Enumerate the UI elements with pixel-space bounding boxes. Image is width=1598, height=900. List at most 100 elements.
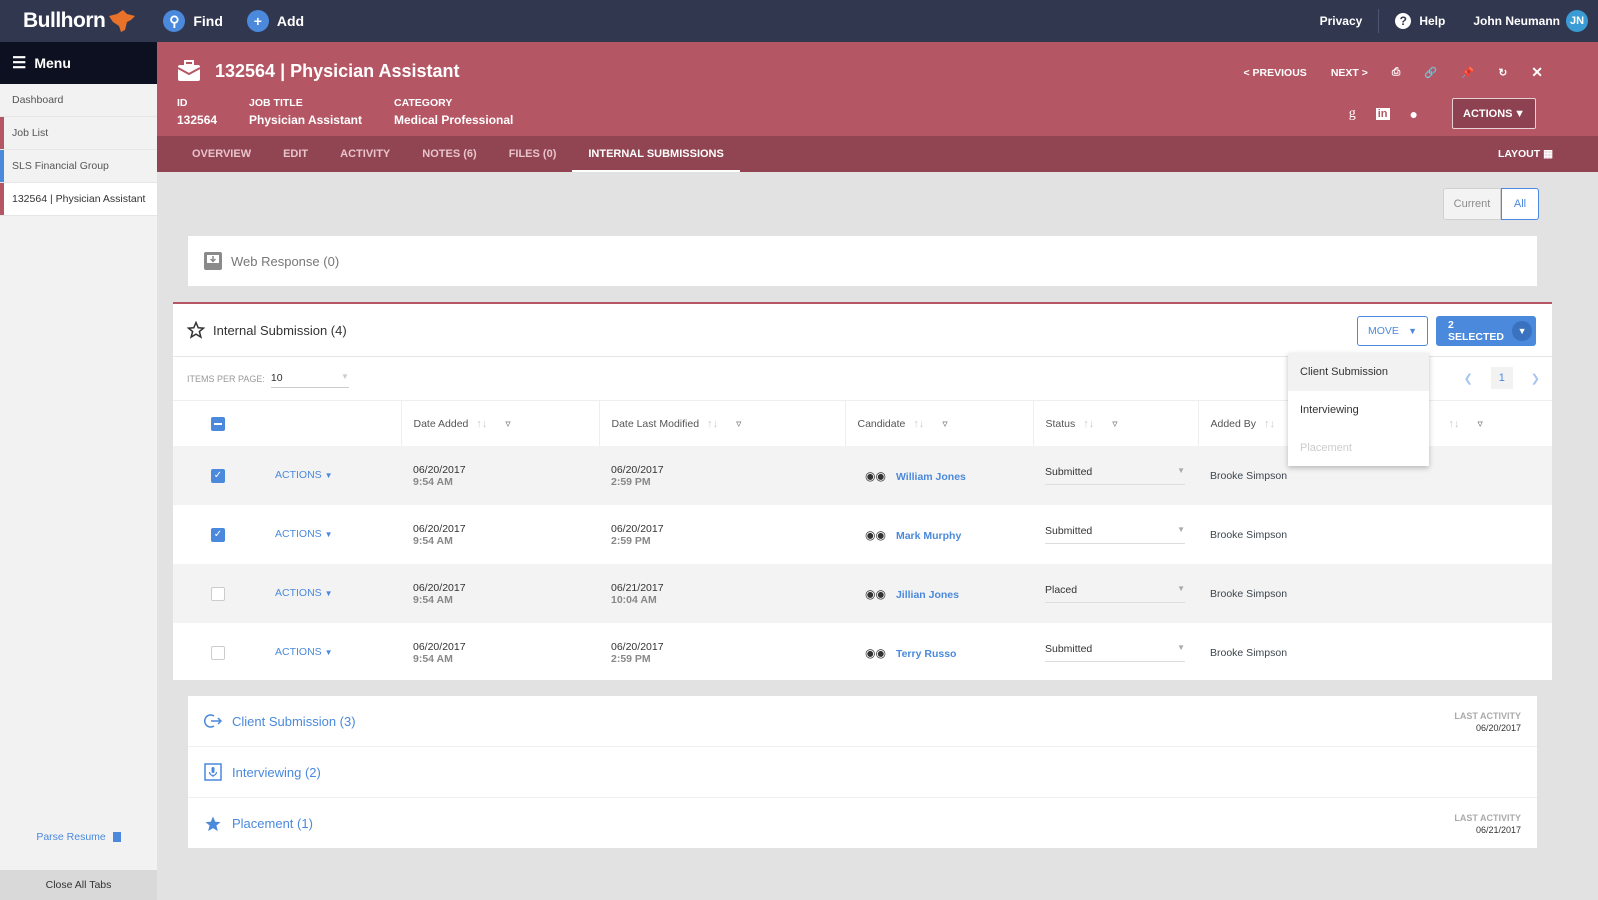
table-row[interactable]: ✓ ACTIONS ▼ 06/20/2017 9:54 AM 06/20/2017 2:5… (173, 505, 1552, 564)
selected-button[interactable]: 2 SELECTED ▼ (1436, 316, 1536, 346)
candidate-link[interactable]: William Jones (896, 471, 966, 483)
column-date-added[interactable]: Date Added ↑↓ ▿ (401, 401, 600, 446)
move-button[interactable]: MOVE ▼ (1357, 316, 1428, 346)
added-by: Brooke Simpson (1210, 469, 1288, 482)
candidate-link[interactable]: Mark Murphy (896, 530, 961, 542)
pin-icon[interactable]: 📌 (1461, 66, 1474, 79)
close-icon[interactable]: ✕ (1531, 64, 1543, 81)
next-page-icon[interactable]: ❯ (1531, 372, 1540, 385)
sidebar-item-physician-assistant[interactable]: 132564 | Physician Assistant (0, 183, 157, 216)
stage-client-submission[interactable]: Client Submission (3) LAST ACTIVITY 06/20… (188, 696, 1537, 747)
row-checkbox[interactable]: ✓ (211, 468, 225, 483)
caret-down-icon: ▼ (324, 471, 333, 481)
previous-button[interactable]: < PREVIOUS (1244, 67, 1307, 79)
sort-icon[interactable]: ↑↓ (1083, 418, 1094, 430)
filter-icon[interactable]: ▿ (505, 418, 510, 430)
avatar[interactable]: JN (1566, 10, 1588, 32)
binoculars-icon[interactable]: ◉◉ (865, 587, 886, 601)
row-actions-button[interactable]: ACTIONS ▼ (275, 646, 333, 658)
find-button[interactable]: ⚲ Find (163, 10, 223, 32)
record-title: 132564 | Physician Assistant (215, 60, 460, 81)
column-candidate[interactable]: Candidate ↑↓ ▿ (845, 401, 1034, 446)
binoculars-icon[interactable]: ◉◉ (865, 469, 886, 483)
row-actions-button[interactable]: ACTIONS ▼ (275, 469, 333, 481)
sort-icon[interactable]: ↑↓ (476, 418, 487, 430)
brand-name: Bullhorn (23, 9, 106, 32)
toggle-all[interactable]: All (1501, 188, 1539, 220)
tab-overview[interactable]: OVERVIEW (176, 136, 267, 172)
sort-icon[interactable]: ↑↓ (913, 418, 924, 430)
page-number[interactable]: 1 (1490, 367, 1513, 389)
sidebar-item-sls-financial[interactable]: SLS Financial Group (0, 150, 157, 183)
refresh-icon[interactable]: ↻ (1498, 67, 1507, 79)
map-pin-icon[interactable]: ● (1410, 106, 1418, 122)
status-select[interactable]: Submitted ▼ (1045, 466, 1185, 485)
column-status[interactable]: Status ↑↓ ▿ (1033, 401, 1199, 446)
status-select[interactable]: Submitted ▼ (1045, 525, 1185, 544)
sort-icon[interactable]: ↑↓ (1449, 418, 1460, 430)
bullhorn-logo[interactable]: Bullhorn (23, 8, 137, 34)
items-per-page-select[interactable]: 10 ▼ (270, 369, 349, 388)
tab-notes[interactable]: NOTES (6) (406, 136, 492, 172)
user-name[interactable]: John Neumann (1473, 14, 1560, 28)
toggle-current[interactable]: Current (1443, 188, 1501, 220)
caret-down-icon: ▼ (1514, 107, 1525, 120)
status-select[interactable]: Submitted ▼ (1045, 643, 1185, 662)
filter-icon[interactable]: ▿ (1478, 418, 1483, 430)
time-modified: 2:59 PM (611, 534, 651, 547)
parse-resume-link[interactable]: Parse Resume (0, 831, 157, 843)
sort-icon[interactable]: ↑↓ (1264, 418, 1275, 430)
move-dropdown-menu: Client Submission Interviewing Placement (1288, 353, 1429, 466)
sidebar-item-job-list[interactable]: Job List (0, 117, 157, 150)
stage-placement[interactable]: Placement (1) LAST ACTIVITY 06/21/2017 (188, 798, 1537, 849)
item-color-bar (0, 117, 4, 149)
move-option-client-submission[interactable]: Client Submission (1288, 353, 1429, 391)
binoculars-icon[interactable]: ◉◉ (865, 528, 886, 542)
table-row[interactable]: ACTIONS ▼ 06/20/2017 9:54 AM 06/20/2017 2:59… (173, 623, 1552, 682)
row-checkbox[interactable] (211, 586, 225, 601)
binoculars-icon[interactable]: ◉◉ (865, 646, 886, 660)
filter-icon[interactable]: ▿ (1112, 418, 1117, 430)
row-actions-button[interactable]: ACTIONS ▼ (275, 528, 333, 540)
filter-icon[interactable]: ▿ (736, 418, 741, 430)
prev-page-icon[interactable]: ❮ (1464, 372, 1473, 385)
linkedin-icon[interactable]: in (1375, 108, 1390, 120)
web-response-card[interactable]: Web Response (0) (188, 236, 1537, 286)
next-button[interactable]: NEXT > (1331, 67, 1368, 79)
sort-icon[interactable]: ↑↓ (707, 418, 718, 430)
row-checkbox[interactable]: ✓ (211, 527, 225, 542)
items-per-page-value: 10 (270, 372, 283, 384)
tab-activity[interactable]: ACTIVITY (324, 136, 406, 172)
print-icon[interactable]: ⎙ (1392, 66, 1400, 79)
caret-down-icon: ▼ (1177, 525, 1185, 534)
row-actions-button[interactable]: ACTIONS ▼ (275, 587, 333, 599)
row-checkbox[interactable] (211, 645, 225, 660)
last-activity-date: 06/20/2017 (1475, 723, 1521, 733)
tab-internal-submissions[interactable]: INTERNAL SUBMISSIONS (572, 136, 740, 172)
sidebar-item-dashboard[interactable]: Dashboard (0, 84, 157, 117)
table-row[interactable]: ACTIONS ▼ 06/20/2017 9:54 AM 06/21/2017 10:0… (173, 564, 1552, 623)
actions-button[interactable]: ACTIONS ▼ (1452, 98, 1536, 129)
time-modified: 2:59 PM (611, 475, 651, 488)
column-date-modified[interactable]: Date Last Modified ↑↓ ▿ (599, 401, 846, 446)
add-button[interactable]: + Add (246, 10, 304, 32)
help-link[interactable]: Help (1419, 14, 1445, 28)
menu-button[interactable]: ☰ Menu (0, 42, 157, 84)
tab-files[interactable]: FILES (0) (493, 136, 573, 172)
close-all-tabs-button[interactable]: Close All Tabs (0, 870, 157, 900)
help-icon[interactable]: ? (1395, 13, 1412, 29)
layout-button[interactable]: LAYOUT ▦ (1498, 148, 1553, 160)
move-option-interviewing[interactable]: Interviewing (1288, 391, 1429, 429)
caret-down-icon: ▼ (340, 372, 349, 381)
filter-icon[interactable]: ▿ (942, 418, 947, 430)
date-modified: 06/21/2017 (611, 581, 664, 594)
tab-edit[interactable]: EDIT (267, 136, 324, 172)
stage-interviewing[interactable]: Interviewing (2) (188, 747, 1537, 798)
google-icon[interactable]: g (1349, 106, 1356, 122)
privacy-link[interactable]: Privacy (1320, 14, 1363, 28)
status-select[interactable]: Placed ▼ (1045, 584, 1185, 603)
candidate-link[interactable]: Terry Russo (896, 648, 957, 660)
candidate-link[interactable]: Jillian Jones (896, 589, 959, 601)
link-icon[interactable]: 🔗 (1424, 66, 1437, 79)
select-all-checkbox[interactable] (211, 416, 225, 431)
